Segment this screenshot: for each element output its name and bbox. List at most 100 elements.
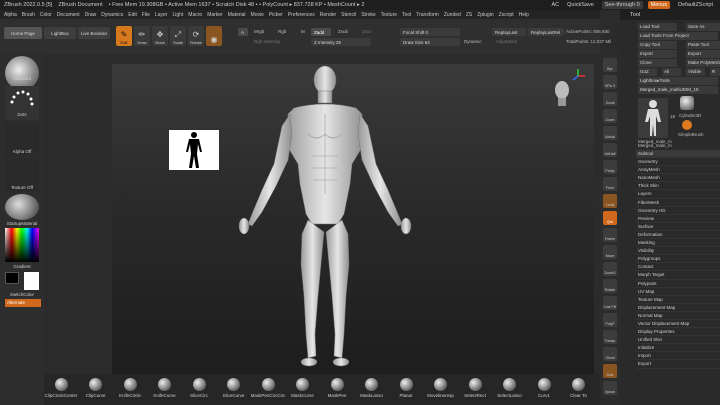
tool-action-lightbox-tools[interactable]: Lightbox▸Tools: [638, 77, 718, 85]
menu-item[interactable]: Help: [519, 12, 529, 18]
view-button-aahalf[interactable]: AAHalf: [603, 143, 617, 157]
brush-slot[interactable]: Curv1: [527, 378, 561, 404]
menu-item[interactable]: Picker: [269, 12, 283, 18]
head-preview[interactable]: [552, 80, 572, 106]
subpalette-initialize[interactable]: Initialize: [636, 344, 720, 353]
brush-slot[interactable]: MaskCurve: [286, 378, 320, 404]
menu-item[interactable]: Macro: [188, 12, 202, 18]
tool-action-all[interactable]: All: [662, 68, 681, 76]
subpalette-geometry-hd[interactable]: Geometry HD: [636, 207, 720, 215]
zsub-toggle[interactable]: Zsub: [338, 29, 348, 34]
view-button-spix-3[interactable]: SPix 3: [603, 75, 617, 89]
tool-action-clone[interactable]: Clone: [638, 59, 677, 67]
tool-action-paste-tool[interactable]: Paste Tool: [686, 41, 720, 49]
subpalette-deformation[interactable]: Deformation: [636, 231, 720, 240]
switch-color-button[interactable]: SwitchColor: [0, 292, 44, 297]
view-button-qsz[interactable]: Qsz: [603, 211, 617, 225]
subpalette-arraymesh[interactable]: ArrayMesh: [636, 166, 720, 175]
subpalette-normal-map[interactable]: Normal Map: [636, 312, 720, 320]
menu-item[interactable]: Zscript: [499, 12, 514, 18]
menu-item[interactable]: Stencil: [341, 12, 356, 18]
tool-action-save-as[interactable]: Save As: [686, 23, 720, 31]
menu-item[interactable]: Edit: [128, 12, 137, 18]
view-button-line-fill[interactable]: Line Fill: [603, 296, 617, 310]
zcut-toggle[interactable]: Zcut: [362, 29, 371, 34]
subpalette-surface[interactable]: Surface: [636, 223, 720, 231]
axis-gizmo-icon[interactable]: [570, 68, 586, 84]
menu-item[interactable]: Marker: [207, 12, 223, 18]
menu-item[interactable]: File: [142, 12, 150, 18]
brush-slot[interactable]: SelectRect: [458, 378, 492, 404]
tool-action-load-tools-from-project[interactable]: Load Tools From Project: [638, 32, 718, 40]
brush-slot[interactable]: SliceCirc: [182, 378, 216, 404]
subpalette-vector-displacement-map[interactable]: Vector Displacement Map: [636, 320, 720, 329]
view-button-local[interactable]: Local: [603, 194, 617, 208]
mrgb-toggle[interactable]: Mrgb: [254, 29, 264, 34]
view-button-ghost[interactable]: Ghost: [603, 347, 617, 361]
view-button-rotate[interactable]: Rotate: [603, 279, 617, 293]
zadd-toggle[interactable]: Zadd: [311, 28, 331, 36]
subpalette-displacement-map[interactable]: Displacement Map: [636, 304, 720, 312]
view-button-scroll[interactable]: Scroll: [603, 92, 617, 106]
tool-scale-button[interactable]: ⤢ Scale: [170, 26, 186, 46]
rgb-intensity-slider[interactable]: Rgb Intensity: [254, 39, 280, 44]
subpalette-thick-skin[interactable]: Thick Skin: [636, 182, 720, 191]
draw-size-slider[interactable]: Draw Size 64: [400, 38, 460, 46]
view-button-bpr[interactable]: Bpr: [603, 58, 617, 72]
default-zscript-button[interactable]: DefaultZScript: [675, 1, 716, 9]
tool-action-merged-male-multiudim-18[interactable]: Merged_male_multiUDIM_18: [638, 86, 718, 94]
menu-item[interactable]: Transform: [416, 12, 439, 18]
see-through-slider[interactable]: See-through 0: [601, 1, 643, 9]
z-intensity-slider[interactable]: Z Intensity 25: [311, 38, 371, 46]
home-page-button[interactable]: Home Page: [4, 27, 42, 39]
simple-brush-icon[interactable]: [682, 120, 692, 130]
menu-item[interactable]: Document: [57, 12, 80, 18]
menu-item[interactable]: Draw: [85, 12, 97, 18]
subpalette-polygroups[interactable]: Polygroups: [636, 255, 720, 264]
lightbox-button[interactable]: LightBox: [44, 27, 76, 39]
subpalette-layers[interactable]: Layers: [636, 190, 720, 199]
replay-last-rel-button[interactable]: ReplayLastRel: [528, 28, 564, 36]
standard-brush-icon[interactable]: [5, 56, 39, 90]
subpalette-fibermesh[interactable]: FiberMesh: [636, 199, 720, 207]
menu-item[interactable]: Zunded: [444, 12, 461, 18]
view-button-persp[interactable]: Persp: [603, 160, 617, 174]
tool-edit-button[interactable]: ✎ Edit: [116, 26, 132, 46]
view-button-move[interactable]: Move: [603, 245, 617, 259]
tool-action-export[interactable]: Export: [686, 50, 720, 58]
brush-slot[interactable]: MaskPen: [320, 378, 354, 404]
brush-slot[interactable]: SelectLasso: [493, 378, 527, 404]
secondary-color-swatch[interactable]: [5, 272, 19, 284]
brush-slot[interactable]: Movelineresp: [424, 378, 458, 404]
menu-item[interactable]: Color: [40, 12, 52, 18]
menus-button[interactable]: Menus: [647, 1, 671, 9]
view-button-zoomd[interactable]: ZoomD: [603, 262, 617, 276]
canvas-viewport[interactable]: [112, 64, 594, 374]
human-model[interactable]: [112, 64, 594, 374]
menu-item[interactable]: Texture: [381, 12, 397, 18]
a-toggle[interactable]: A: [238, 28, 248, 36]
subpalette-texture-map[interactable]: Texture Map: [636, 296, 720, 304]
cylinder-tool-icon[interactable]: [680, 96, 694, 110]
brush-slot[interactable]: ClipCircleCenter: [44, 378, 78, 404]
quicksave-button[interactable]: QuickSave: [564, 1, 597, 9]
menu-item[interactable]: Layer: [155, 12, 168, 18]
subpalette-preview[interactable]: Preview: [636, 215, 720, 223]
material-sphere-icon[interactable]: [5, 194, 39, 220]
brush-slot[interactable]: MaskLasso: [355, 378, 389, 404]
menu-item[interactable]: Material: [228, 12, 246, 18]
view-button-polyf[interactable]: PolyF: [603, 313, 617, 327]
subpalette-unified-skin[interactable]: Unified Skin: [636, 336, 720, 345]
brush-slot[interactable]: Planar: [389, 378, 423, 404]
brush-slot[interactable]: ClipCurve: [79, 378, 113, 404]
menu-item[interactable]: ZS: [466, 12, 472, 18]
brush-slot[interactable]: Clear To: [562, 378, 596, 404]
rgb-toggle[interactable]: Rgb: [278, 29, 286, 34]
view-button-floor[interactable]: Floor: [603, 177, 617, 191]
brush-slot[interactable]: SliceCurve: [217, 378, 251, 404]
tool-palette-title[interactable]: Tool: [620, 10, 720, 20]
view-button-transp[interactable]: Transp: [603, 330, 617, 344]
subpalette-polypaint[interactable]: Polypaint: [636, 280, 720, 288]
subpalette-subtool[interactable]: Subtool: [636, 150, 720, 159]
active-tool-thumbnail[interactable]: [638, 98, 668, 138]
